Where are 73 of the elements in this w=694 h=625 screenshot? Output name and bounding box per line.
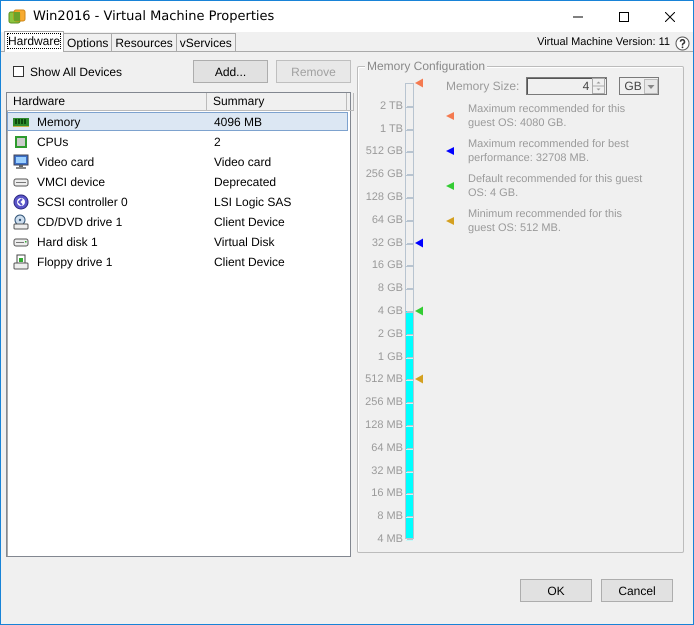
checkbox[interactable] [13, 66, 24, 77]
spinner-icon [592, 78, 606, 94]
ok-button[interactable]: OK [520, 579, 592, 602]
device-name: Video card [37, 154, 94, 168]
scale-label: 256 GB [366, 168, 403, 180]
device-summary: 2 [214, 134, 221, 148]
device-name: Memory [37, 114, 80, 128]
app-icon [8, 8, 26, 24]
hardware-row[interactable]: VMCI device Deprecated [7, 172, 348, 191]
device-summary: Virtual Disk [214, 234, 274, 248]
scale-label: 8 GB [378, 282, 403, 294]
hardware-row[interactable]: CD/DVD drive 1 Client Device [7, 212, 348, 231]
help-icon [675, 36, 690, 51]
tab[interactable]: vServices [176, 33, 236, 51]
scale-label: 512 GB [366, 145, 403, 158]
scale-label: 64 GB [372, 214, 403, 226]
scale-label: 256 MB [365, 396, 403, 408]
scale-label: 128 MB [365, 419, 403, 431]
hardware-row[interactable]: Floppy drive 1 Client Device [7, 252, 348, 271]
scale-label: 512 MB [365, 373, 403, 386]
add-button[interactable]: Add... [193, 60, 268, 83]
recommendation-text: Maximum recommended for this guest OS: 4080 GB. [468, 102, 626, 130]
cpu-icon [13, 134, 29, 150]
device-summary: LSI Logic SAS [214, 194, 292, 208]
scale-label: 1 GB [378, 350, 403, 363]
maximize-icon [619, 12, 629, 22]
hardware-row[interactable]: Memory 4096 MB [7, 112, 348, 131]
device-name: Floppy drive 1 [37, 254, 112, 268]
device-summary: 4096 MB [214, 114, 262, 128]
close-icon [665, 12, 675, 22]
memory-size-label: Memory Size: [446, 79, 520, 93]
hardware-row[interactable]: Video card Video card [7, 152, 348, 171]
device-name: CPUs [37, 134, 68, 148]
device-name: SCSI controller 0 [37, 194, 128, 208]
scale-label: 16 GB [372, 259, 403, 272]
hardware-row[interactable]: SCSI controller 0 LSI Logic SAS [7, 192, 348, 211]
scale-label: 4 MB [377, 533, 403, 545]
group-title: Memory Configuration [365, 59, 488, 73]
recommendation-text: Default recommended for this guest OS: 4 GB. [468, 172, 643, 200]
device-summary: Client Device [214, 214, 285, 228]
recommendation-text: Minimum recommended for this guest OS: 512 MB. [468, 207, 624, 235]
scale-label: 8 MB [377, 510, 403, 522]
monitor-icon [13, 154, 29, 170]
scale-label: 2 TB [380, 100, 403, 112]
device-name: VMCI device [37, 174, 106, 188]
scale-label: 1 TB [380, 122, 403, 135]
tab[interactable]: Hardware [4, 31, 64, 52]
device-summary: Video card [214, 154, 272, 168]
device-name: CD/DVD drive 1 [37, 214, 122, 228]
tab[interactable]: Options [63, 33, 112, 51]
hardware-row[interactable]: Hard disk 1 Virtual Disk [7, 232, 348, 251]
column-header[interactable]: Summary [207, 93, 347, 111]
device-name: Hard disk 1 [37, 234, 98, 248]
recommendation-text: Maximum recommended for best performance: 32708 MB. [468, 137, 630, 165]
hardware-row[interactable]: CPUs 2 [7, 132, 348, 151]
floppy-drive-icon [13, 254, 29, 270]
cancel-button[interactable]: Cancel [601, 579, 673, 602]
version-label: Virtual Machine Version: 11 [537, 36, 670, 48]
device-summary: Deprecated [214, 174, 276, 188]
scale-label: 2 GB [378, 328, 403, 340]
column-header-filler [347, 93, 354, 111]
scale-label: 128 GB [366, 191, 403, 203]
scale-label: 16 MB [371, 487, 403, 500]
scale-label: 32 GB [372, 236, 403, 249]
controller-icon [13, 194, 29, 210]
disc-drive-icon [13, 214, 29, 230]
scale-label: 4 GB [378, 305, 403, 317]
checkbox-label: Show All Devices [30, 64, 122, 78]
scale-label: 64 MB [371, 442, 403, 454]
scale-label: 32 MB [371, 464, 403, 477]
device-summary: Client Device [214, 254, 285, 268]
column-header[interactable]: Hardware [7, 93, 207, 111]
window-title: Win2016 - Virtual Machine Properties [33, 9, 276, 24]
